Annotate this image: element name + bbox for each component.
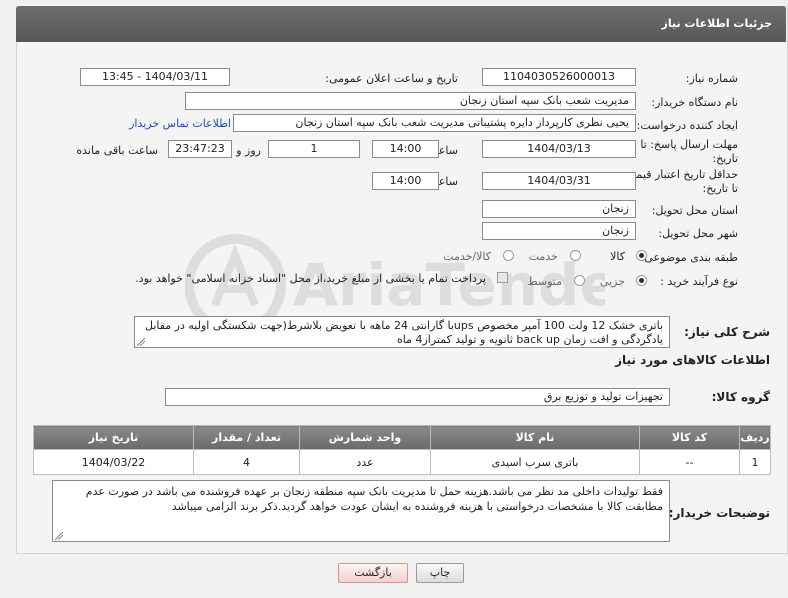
goods-section-title: اطلاعات کالاهای مورد نیاز	[615, 353, 770, 367]
goods-table-header: ردیف کد کالا نام کالا واحد شمارش تعداد /…	[33, 425, 771, 450]
reply-date-field: 1404/03/13	[482, 140, 636, 158]
buyer-contact-link[interactable]: اطلاعات تماس خریدار	[129, 117, 231, 130]
cell-name: باتری سرب اسیدی	[430, 449, 640, 475]
goods-table: ردیف کد کالا نام کالا واحد شمارش تعداد /…	[33, 425, 771, 475]
col-qty: تعداد / مقدار	[193, 425, 300, 450]
reply-deadline-label-2: تاریخ:	[712, 152, 738, 165]
price-date-field: 1404/03/31	[482, 172, 636, 190]
cell-unit: عدد	[299, 449, 431, 475]
process-radio-medium[interactable]	[574, 275, 585, 286]
col-code: کد کالا	[639, 425, 740, 450]
cell-row: 1	[739, 449, 771, 475]
reply-deadline-label: مهلت ارسال پاسخ: تا	[640, 138, 738, 151]
print-button[interactable]: چاپ	[416, 563, 464, 583]
announce-field: 1404/03/11 - 13:45	[80, 68, 230, 86]
summary-field: باتری خشک 12 ولت 100 آمپر مخصوص upsبا گا…	[134, 316, 670, 348]
city-label: شهر محل تحویل:	[658, 227, 738, 240]
cell-qty: 4	[193, 449, 300, 475]
remaining-time-field: 23:47:23	[168, 140, 232, 158]
summary-text: باتری خشک 12 ولت 100 آمپر مخصوص upsبا گا…	[144, 319, 663, 346]
buyer-org-field: مدیریت شعب بانک سپه استان زنجان	[185, 92, 636, 110]
process-label: نوع فرآیند خرید :	[660, 275, 738, 288]
days-label: روز و	[236, 144, 261, 157]
category-radio-goods-service[interactable]	[503, 250, 514, 261]
table-row: 1 -- باتری سرب اسیدی عدد 4 1404/03/22	[33, 449, 771, 475]
buyer-notes-text: فقط تولیدات داخلی مد نظر می باشد.هزینه ح…	[85, 485, 663, 513]
province-field: زنجان	[482, 200, 636, 218]
price-time-field: 14:00	[372, 172, 439, 190]
col-unit: واحد شمارش	[299, 425, 431, 450]
category-goods-label: کالا	[610, 250, 625, 263]
process-radio-minor[interactable]	[636, 275, 647, 286]
panel-header: جزئیات اطلاعات نیاز	[16, 6, 786, 42]
price-validity-label-2: تا تاریخ:	[702, 182, 738, 195]
process-medium-label: متوسط	[527, 275, 562, 288]
price-validity-label: حداقل تاریخ اعتبار قیمت:	[622, 168, 738, 181]
category-label: طبقه بندی موضوعی:	[640, 251, 738, 264]
col-row: ردیف	[739, 425, 771, 450]
buyer-org-label: نام دستگاه خریدار:	[651, 96, 738, 109]
panel-title: جزئیات اطلاعات نیاز	[661, 17, 773, 30]
goods-group-label: گروه کالا:	[711, 390, 770, 404]
goods-group-field: تجهیزات تولید و توزیع برق	[165, 388, 670, 406]
creator-field: یحیی نظری کارپرداز دایره پشتیبانی مدیریت…	[233, 114, 636, 132]
days-field: 1	[268, 140, 360, 158]
province-label: استان محل تحویل:	[651, 204, 738, 217]
resize-handle-icon[interactable]	[137, 338, 145, 346]
cell-date: 1404/03/22	[33, 449, 194, 475]
category-radio-service[interactable]	[570, 250, 581, 261]
cell-code: --	[639, 449, 740, 475]
remaining-label: ساعت باقی مانده	[76, 144, 158, 157]
resize-handle-icon[interactable]	[55, 532, 63, 540]
city-field: زنجان	[482, 222, 636, 240]
category-radio-goods[interactable]	[636, 250, 647, 261]
buyer-notes-field: فقط تولیدات داخلی مد نظر می باشد.هزینه ح…	[52, 480, 670, 542]
reply-time-field: 14:00	[372, 140, 439, 158]
treasury-payment-checkbox[interactable]	[497, 272, 508, 283]
need-number-label: شماره نیاز:	[685, 72, 738, 85]
col-name: نام کالا	[430, 425, 640, 450]
buyer-notes-label: توضیحات خریدار:	[668, 506, 770, 520]
process-minor-label: جزیی	[599, 275, 625, 288]
announce-label: تاریخ و ساعت اعلان عمومی:	[325, 72, 458, 85]
category-service-label: خدمت	[528, 250, 558, 263]
back-button[interactable]: بازگشت	[338, 563, 408, 583]
col-date: تاریخ نیاز	[33, 425, 194, 450]
treasury-payment-note: پرداخت تمام یا بخشی از مبلغ خرید،از محل …	[135, 272, 486, 285]
creator-label: ایجاد کننده درخواست:	[636, 119, 738, 132]
need-number-field: 1104030526000013	[482, 68, 636, 86]
category-goods-service-label: کالا/خدمت	[443, 250, 491, 263]
summary-label: شرح کلی نیاز:	[684, 325, 770, 339]
